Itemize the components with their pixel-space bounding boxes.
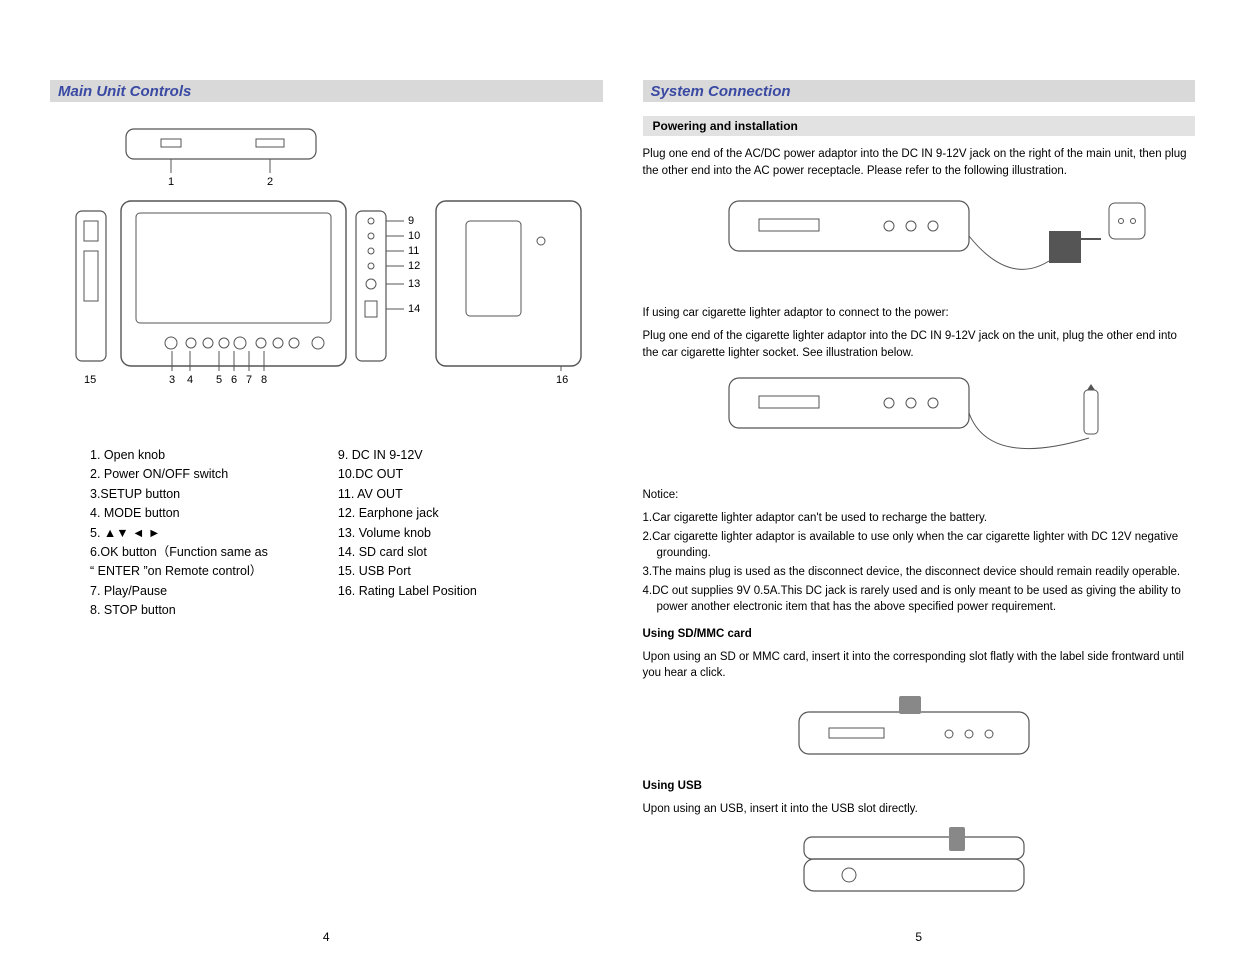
sd-text: Upon using an SD or MMC card, insert it … bbox=[643, 649, 1196, 682]
page-left: Main Unit Controls 1 2 15 bbox=[50, 80, 603, 914]
usb-heading: Using USB bbox=[643, 778, 1196, 795]
svg-text:3: 3 bbox=[169, 374, 175, 386]
legend-col-1: 1. Open knob 2. Power ON/OFF switch 3.SE… bbox=[90, 446, 268, 620]
svg-text:13: 13 bbox=[408, 278, 420, 290]
section-heading-bar: Main Unit Controls bbox=[50, 80, 603, 102]
svg-text:10: 10 bbox=[408, 230, 420, 242]
section-heading: Main Unit Controls bbox=[58, 83, 191, 100]
legend-item: 14. SD card slot bbox=[338, 543, 477, 562]
ac-adapter-line-art bbox=[689, 191, 1149, 291]
legend-item: 5. ▲▼ ◄ ► bbox=[90, 524, 268, 543]
body-paragraph: If using car cigarette lighter adaptor t… bbox=[643, 305, 1196, 322]
usb-illustration bbox=[643, 825, 1196, 903]
legend-item: 1. Open knob bbox=[90, 446, 268, 465]
notice-item: 2.Car cigarette lighter adaptor is avail… bbox=[643, 529, 1196, 562]
svg-text:11: 11 bbox=[408, 245, 419, 257]
svg-text:12: 12 bbox=[408, 260, 420, 272]
svg-text:9: 9 bbox=[408, 215, 414, 227]
notice-item: 3.The mains plug is used as the disconne… bbox=[643, 564, 1196, 581]
sub-heading: Powering and installation bbox=[643, 116, 1196, 136]
control-legend: 1. Open knob 2. Power ON/OFF switch 3.SE… bbox=[90, 446, 603, 620]
page-right: System Connection Powering and installat… bbox=[643, 80, 1196, 914]
legend-item: 7. Play/Pause bbox=[90, 582, 268, 601]
svg-text:16: 16 bbox=[556, 374, 568, 386]
notice-item: 1.Car cigarette lighter adaptor can't be… bbox=[643, 510, 1196, 527]
svg-text:15: 15 bbox=[84, 374, 96, 386]
usb-block: Using USB Upon using an USB, insert it i… bbox=[643, 778, 1196, 823]
legend-item: 16. Rating Label Position bbox=[338, 582, 477, 601]
sd-block: Using SD/MMC card Upon using an SD or MM… bbox=[643, 626, 1196, 688]
notice-item: 4.DC out supplies 9V 0.5A.This DC jack i… bbox=[643, 583, 1196, 616]
section-heading: System Connection bbox=[651, 83, 791, 100]
sd-illustration bbox=[643, 690, 1196, 768]
legend-item: 3.SETUP button bbox=[90, 485, 268, 504]
page-number-left: 4 bbox=[323, 930, 330, 944]
svg-text:2: 2 bbox=[267, 176, 273, 188]
legend-item: 12. Earphone jack bbox=[338, 504, 477, 523]
legend-item: 4. MODE button bbox=[90, 504, 268, 523]
legend-item: 9. DC IN 9-12V bbox=[338, 446, 477, 465]
legend-item: 10.DC OUT bbox=[338, 465, 477, 484]
legend-item: “ ENTER ”on Remote control） bbox=[90, 562, 268, 581]
legend-col-2: 9. DC IN 9-12V 10.DC OUT 11. AV OUT 12. … bbox=[338, 446, 477, 620]
body-paragraph: Plug one end of the AC/DC power adaptor … bbox=[643, 146, 1196, 179]
unit-line-art: 1 2 15 3 bbox=[66, 121, 586, 401]
svg-text:8: 8 bbox=[261, 374, 267, 386]
usb-line-art bbox=[789, 825, 1049, 903]
svg-text:6: 6 bbox=[231, 374, 237, 386]
usb-text: Upon using an USB, insert it into the US… bbox=[643, 801, 1196, 818]
legend-item: 13. Volume knob bbox=[338, 524, 477, 543]
svg-text:4: 4 bbox=[187, 374, 193, 386]
body-paragraph: Plug one end of the cigarette lighter ad… bbox=[643, 328, 1196, 361]
legend-item: 15. USB Port bbox=[338, 562, 477, 581]
manual-spread: Main Unit Controls 1 2 15 bbox=[0, 0, 1235, 954]
page-number-right: 5 bbox=[915, 930, 922, 944]
car-adapter-paragraph: If using car cigarette lighter adaptor t… bbox=[643, 305, 1196, 367]
section-heading-bar: System Connection bbox=[643, 80, 1196, 102]
legend-item: 6.OK button（Function same as bbox=[90, 543, 268, 562]
sd-heading: Using SD/MMC card bbox=[643, 626, 1196, 643]
svg-text:5: 5 bbox=[216, 374, 222, 386]
legend-item: 11. AV OUT bbox=[338, 485, 477, 504]
sd-line-art bbox=[789, 694, 1049, 764]
svg-text:7: 7 bbox=[246, 374, 252, 386]
svg-text:1: 1 bbox=[168, 176, 174, 188]
ac-adapter-illustration bbox=[643, 191, 1196, 291]
svg-text:14: 14 bbox=[408, 303, 420, 315]
notice-block: Notice: 1.Car cigarette lighter adaptor … bbox=[643, 487, 1196, 618]
legend-item: 2. Power ON/OFF switch bbox=[90, 465, 268, 484]
car-adapter-line-art bbox=[689, 368, 1149, 478]
notice-list: 1.Car cigarette lighter adaptor can't be… bbox=[643, 510, 1196, 616]
controls-diagram: 1 2 15 3 bbox=[50, 116, 603, 406]
powering-paragraph: Plug one end of the AC/DC power adaptor … bbox=[643, 146, 1196, 185]
car-adapter-illustration bbox=[643, 373, 1196, 473]
notice-heading: Notice: bbox=[643, 487, 1196, 504]
legend-item: 8. STOP button bbox=[90, 601, 268, 620]
